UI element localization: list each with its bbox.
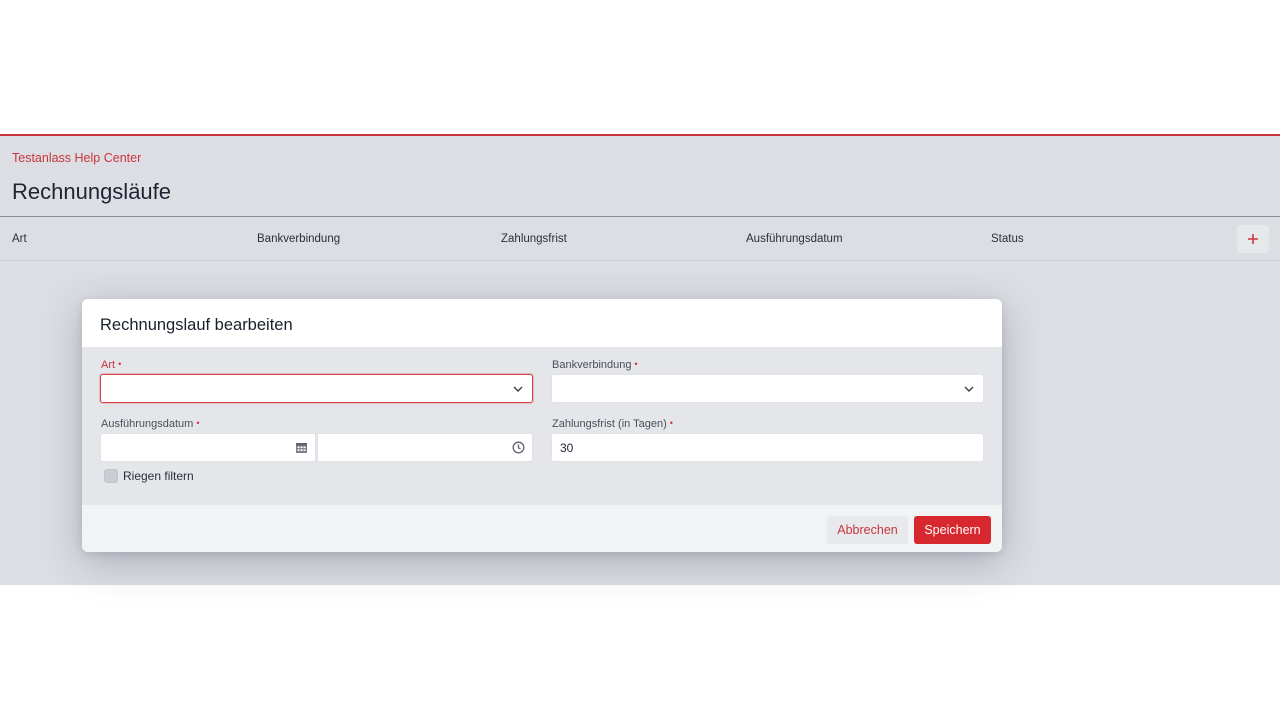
dialog-footer: Abbrechen Speichern	[82, 505, 1002, 552]
art-label: Art •	[101, 359, 121, 371]
column-header-status[interactable]: Status	[991, 233, 1024, 245]
riegen-filtern-checkbox[interactable]	[104, 469, 118, 483]
calendar-icon[interactable]	[295, 441, 308, 454]
chevron-down-icon	[964, 386, 974, 392]
zahlungsfrist-label-text: Zahlungsfrist (in Tagen)	[552, 418, 667, 430]
dialog-body: Art • Bankverbindung • Ausführungsdatum •	[82, 347, 1002, 505]
cancel-button[interactable]: Abbrechen	[827, 516, 908, 544]
dialog-title: Rechnungslauf bearbeiten	[100, 316, 293, 334]
date-input[interactable]	[100, 433, 316, 462]
bankverbindung-select[interactable]	[551, 374, 984, 403]
bankverbindung-label: Bankverbindung •	[552, 359, 638, 371]
chevron-down-icon	[513, 386, 523, 392]
zahlungsfrist-label: Zahlungsfrist (in Tagen) •	[552, 418, 673, 430]
clock-icon[interactable]	[512, 441, 525, 454]
column-header-bankverbindung[interactable]: Bankverbindung	[257, 233, 340, 245]
column-header-zahlungsfrist[interactable]: Zahlungsfrist	[501, 233, 567, 245]
plus-icon	[1248, 234, 1258, 244]
zahlungsfrist-input[interactable]: 30	[551, 433, 984, 462]
riegen-filtern-label[interactable]: Riegen filtern	[123, 469, 194, 483]
dialog-header: Rechnungslauf bearbeiten	[82, 299, 1002, 347]
page-title: Rechnungsläufe	[12, 179, 172, 204]
column-header-art[interactable]: Art	[12, 233, 27, 245]
required-marker: •	[634, 359, 638, 369]
column-header-ausfuehrungsdatum[interactable]: Ausführungsdatum	[746, 233, 843, 245]
table-header: Art Bankverbindung Zahlungsfrist Ausführ…	[0, 216, 1280, 261]
required-marker: •	[669, 418, 673, 428]
required-marker: •	[196, 418, 200, 428]
ausfuehrungsdatum-label-text: Ausführungsdatum	[101, 418, 194, 430]
art-select[interactable]	[100, 374, 533, 403]
edit-dialog: Rechnungslauf bearbeiten Art • Bankverbin…	[82, 299, 1002, 552]
required-marker: •	[118, 359, 122, 369]
add-button[interactable]	[1237, 225, 1269, 253]
ausfuehrungsdatum-label: Ausführungsdatum •	[101, 418, 200, 430]
art-label-text: Art	[101, 359, 116, 371]
save-button[interactable]: Speichern	[914, 516, 991, 544]
time-input[interactable]	[317, 433, 533, 462]
breadcrumb[interactable]: Testanlass Help Center	[12, 151, 141, 165]
bankverbindung-label-text: Bankverbindung	[552, 359, 632, 371]
zahlungsfrist-input-value: 30	[560, 440, 574, 455]
